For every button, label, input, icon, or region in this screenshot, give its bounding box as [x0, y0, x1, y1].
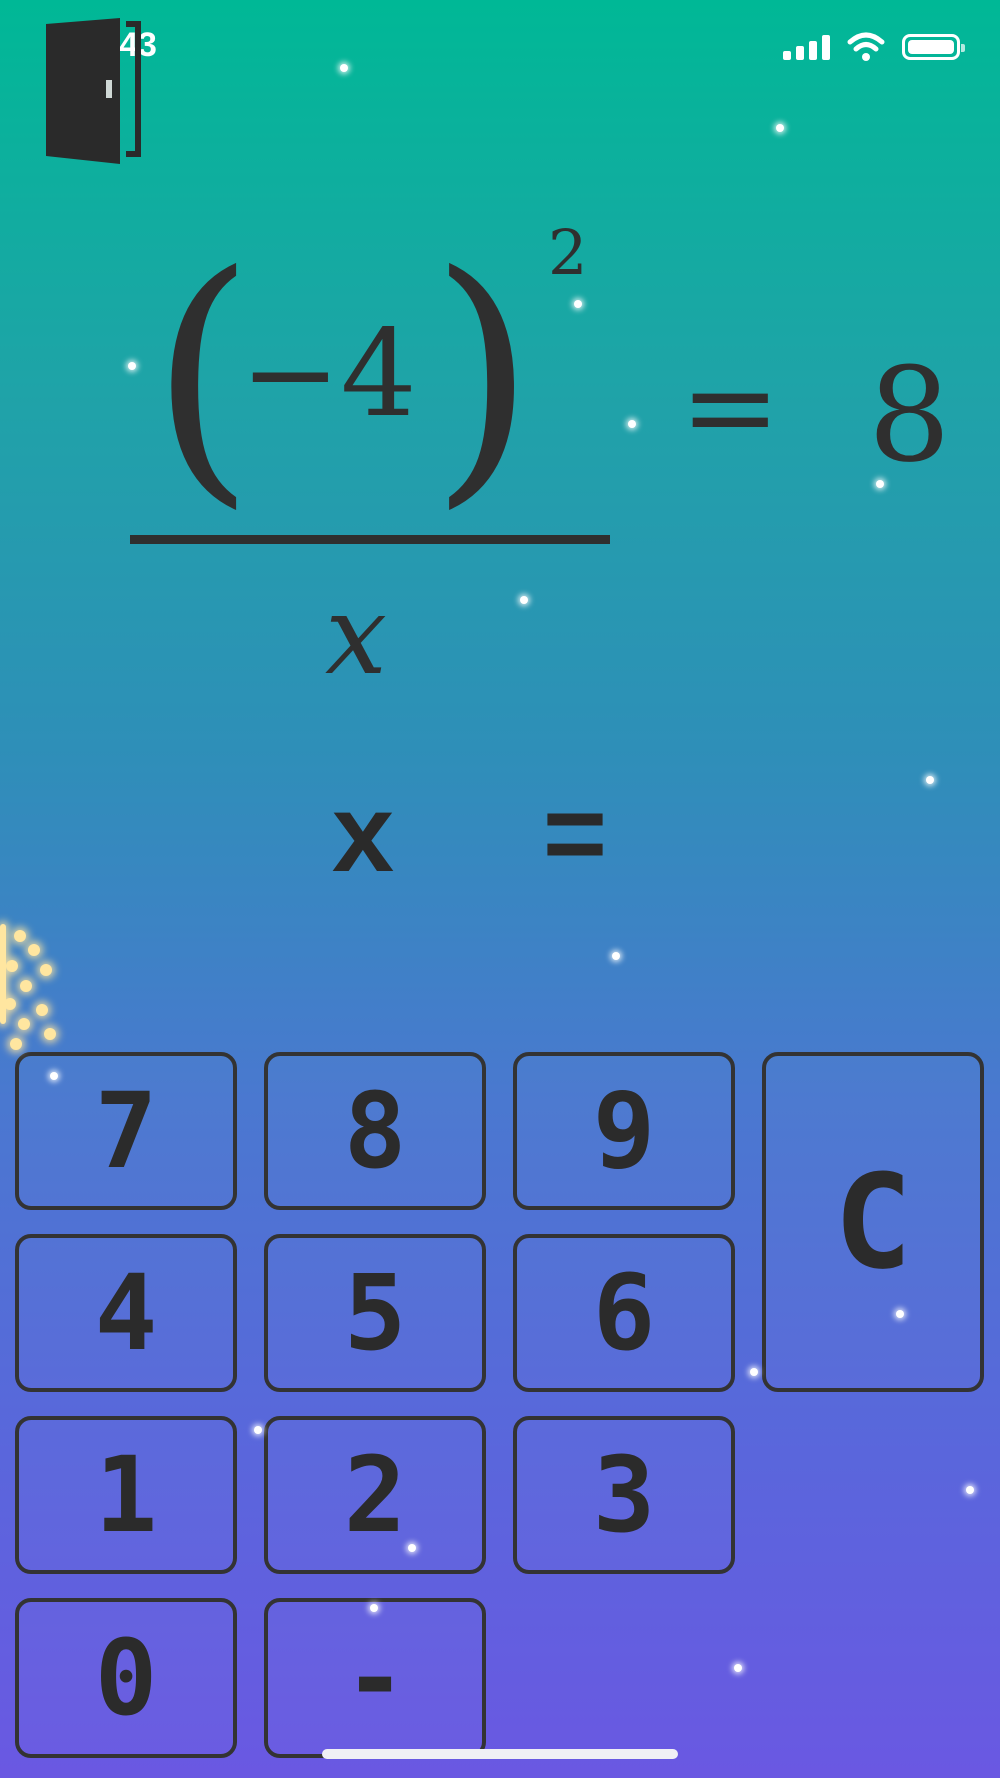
numerator: −4: [240, 305, 417, 444]
sparkle: [50, 1072, 58, 1080]
key-label: 9: [592, 1070, 656, 1192]
key-label: 0: [94, 1617, 158, 1739]
answer-row: x =: [0, 780, 1000, 905]
sparkle: [128, 362, 136, 370]
key-5[interactable]: 5: [264, 1234, 486, 1392]
sparkle: [926, 776, 934, 784]
sparkle-burst: [0, 920, 70, 1060]
wifi-icon: [847, 32, 885, 61]
key-0[interactable]: 0: [15, 1598, 237, 1758]
sparkle: [750, 1368, 758, 1376]
key-label: 6: [592, 1252, 656, 1374]
key-label: 4: [94, 1252, 158, 1374]
key-9[interactable]: 9: [513, 1052, 735, 1210]
sparkle: [520, 596, 528, 604]
sparkle: [896, 1310, 904, 1318]
key-4[interactable]: 4: [15, 1234, 237, 1392]
signal-icon: [783, 34, 830, 60]
equation: ( −4 ) 2 x = 8: [0, 200, 1000, 700]
sparkle: [254, 1426, 262, 1434]
sparkle: [612, 952, 620, 960]
key-label: 2: [343, 1434, 407, 1556]
exponent: 2: [548, 216, 588, 289]
home-indicator[interactable]: [322, 1749, 678, 1759]
key-label: 8: [343, 1070, 407, 1192]
key-3[interactable]: 3: [513, 1416, 735, 1574]
right-paren: ): [430, 217, 536, 532]
sparkle: [370, 1604, 378, 1612]
battery-icon: [902, 34, 965, 60]
key-label: 3: [592, 1434, 656, 1556]
key-minus[interactable]: -: [264, 1598, 486, 1758]
equals-sign: =: [680, 338, 781, 477]
sparkle: [966, 1486, 974, 1494]
key-7[interactable]: 7: [15, 1052, 237, 1210]
sparkle: [876, 480, 884, 488]
fraction-bar: [130, 535, 610, 544]
denominator: x: [325, 571, 388, 699]
sparkle: [776, 124, 784, 132]
sparkle: [734, 1664, 742, 1672]
sparkle: [340, 64, 348, 72]
key-label: -: [343, 1617, 407, 1739]
sparkle: [628, 420, 636, 428]
clear-label: C: [833, 1146, 913, 1298]
equation-result: 8: [868, 339, 951, 491]
sparkle: [408, 1544, 416, 1552]
key-label: 1: [94, 1434, 158, 1556]
exit-door-icon[interactable]: [46, 18, 156, 164]
status-icons: [783, 32, 965, 62]
key-2[interactable]: 2: [264, 1416, 486, 1574]
clear-button[interactable]: C: [762, 1052, 984, 1392]
key-8[interactable]: 8: [264, 1052, 486, 1210]
key-label: 7: [94, 1070, 158, 1192]
key-6[interactable]: 6: [513, 1234, 735, 1392]
sparkle: [574, 300, 582, 308]
key-label: 5: [343, 1252, 407, 1374]
answer-label: x =: [330, 780, 649, 905]
key-1[interactable]: 1: [15, 1416, 237, 1574]
